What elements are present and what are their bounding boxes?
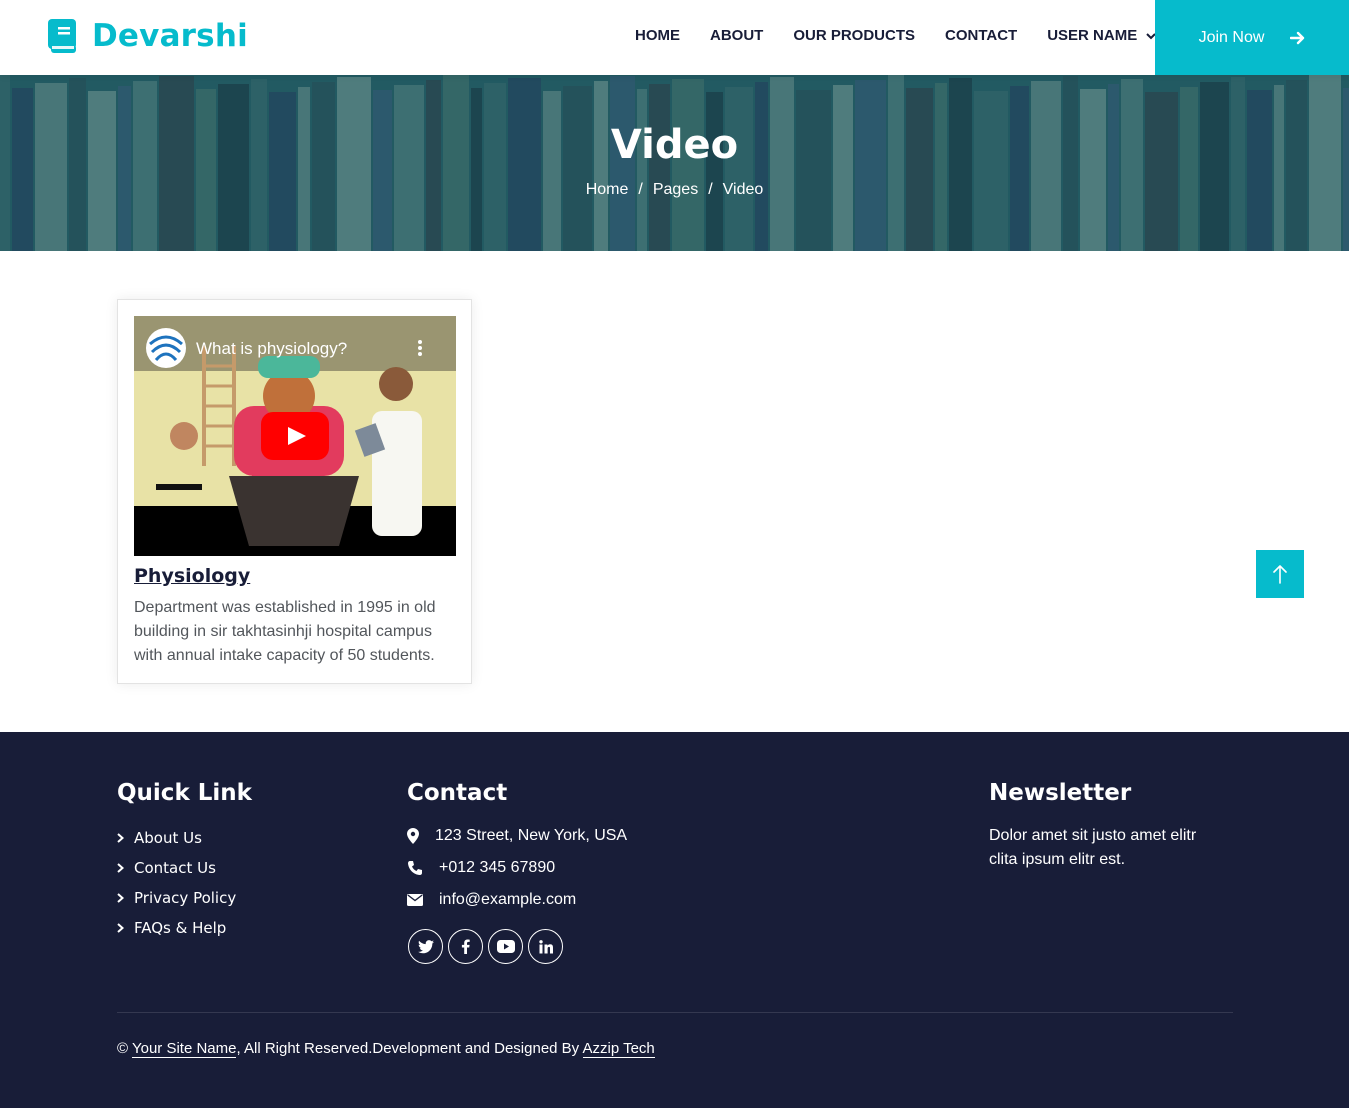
nav-contact[interactable]: CONTACT	[945, 27, 1017, 44]
footer-link-label: Contact Us	[134, 859, 216, 877]
footer-link-contact-us[interactable]: Contact Us	[117, 859, 216, 877]
book-icon	[48, 19, 76, 53]
page-header: Video Home / Pages / Video	[0, 75, 1349, 251]
youtube-button[interactable]	[488, 929, 523, 964]
breadcrumb-separator: /	[638, 181, 643, 198]
back-to-top-button[interactable]	[1256, 550, 1304, 598]
navbar: Devarshi HOME ABOUT OUR PRODUCTS CONTACT…	[0, 0, 1349, 75]
twitter-icon	[417, 939, 434, 953]
nav-user-dropdown[interactable]: USER NAME	[1047, 27, 1156, 44]
nav-about[interactable]: ABOUT	[710, 27, 763, 44]
nav-home[interactable]: HOME	[635, 27, 680, 44]
contact-heading: Contact	[407, 780, 508, 806]
main-nav: HOME ABOUT OUR PRODUCTS CONTACT USER NAM…	[635, 27, 1186, 44]
brand-name: Devarshi	[92, 18, 248, 54]
card-title-link[interactable]: Physiology	[134, 565, 250, 587]
breadcrumb-separator: /	[708, 181, 713, 198]
user-name-label: USER NAME	[1047, 27, 1138, 44]
linkedin-button[interactable]	[528, 929, 563, 964]
play-icon[interactable]	[261, 412, 329, 460]
designer-link[interactable]: Azzip Tech	[582, 1040, 655, 1058]
social-links	[408, 929, 568, 964]
nav-our-products[interactable]: OUR PRODUCTS	[793, 27, 915, 44]
card-description: Department was established in 1995 in ol…	[134, 599, 436, 664]
brand-logo[interactable]: Devarshi	[48, 18, 248, 54]
breadcrumb: Home / Pages / Video	[0, 181, 1349, 199]
breadcrumb-pages[interactable]: Pages	[653, 181, 698, 199]
contact-email-text: info@example.com	[439, 891, 577, 908]
facebook-button[interactable]	[448, 929, 483, 964]
video-title: What is physiology?	[196, 339, 348, 358]
breadcrumb-home[interactable]: Home	[586, 181, 629, 199]
video-embed[interactable]: What is physiology?	[134, 316, 456, 556]
phone-icon	[408, 861, 422, 875]
contact-phone: +012 345 67890	[407, 859, 555, 877]
contact-address: 123 Street, New York, USA	[407, 827, 627, 845]
copyright-symbol: ©	[117, 1040, 129, 1057]
chevron-right-icon	[117, 863, 124, 873]
footer-link-about-us[interactable]: About Us	[117, 829, 202, 847]
site-name-link[interactable]: Your Site Name	[131, 1040, 237, 1058]
chevron-right-icon	[117, 923, 124, 933]
arrow-right-icon	[1290, 31, 1305, 44]
join-now-button[interactable]: Join Now	[1155, 0, 1349, 75]
video-card: What is physiology? Physiology Departmen…	[117, 299, 472, 684]
arrow-up-icon	[1273, 565, 1287, 584]
contact-phone-text: +012 345 67890	[439, 859, 556, 876]
footer-link-label: FAQs & Help	[134, 919, 227, 937]
join-now-label: Join Now	[1198, 28, 1265, 46]
newsletter-text: Dolor amet sit justo amet elitr clita ip…	[989, 827, 1197, 868]
envelope-icon	[407, 894, 423, 906]
quick-link-heading: Quick Link	[117, 780, 252, 806]
contact-email: info@example.com	[407, 891, 576, 909]
copyright-text: , All Right Reserved.Development and Des…	[236, 1040, 580, 1057]
footer: Quick Link About Us Contact Us Privacy P…	[0, 732, 1349, 1108]
contact-address-text: 123 Street, New York, USA	[435, 827, 628, 844]
linkedin-icon	[538, 939, 553, 953]
footer-link-faqs-help[interactable]: FAQs & Help	[117, 919, 226, 937]
facebook-icon	[461, 939, 470, 954]
newsletter-heading: Newsletter	[989, 780, 1132, 806]
breadcrumb-current: Video	[722, 181, 764, 198]
youtube-icon	[496, 940, 515, 953]
footer-link-label: About Us	[134, 829, 202, 847]
page-title: Video	[610, 122, 739, 168]
footer-divider	[117, 1012, 1233, 1013]
twitter-button[interactable]	[408, 929, 443, 964]
map-marker-icon	[407, 828, 419, 844]
chevron-right-icon	[117, 893, 124, 903]
copyright: © Your Site Name, All Right Reserved.Dev…	[117, 1040, 655, 1058]
footer-link-privacy-policy[interactable]: Privacy Policy	[117, 889, 236, 907]
more-options-icon[interactable]	[418, 340, 422, 356]
chevron-right-icon	[117, 833, 124, 843]
footer-link-label: Privacy Policy	[134, 889, 237, 907]
